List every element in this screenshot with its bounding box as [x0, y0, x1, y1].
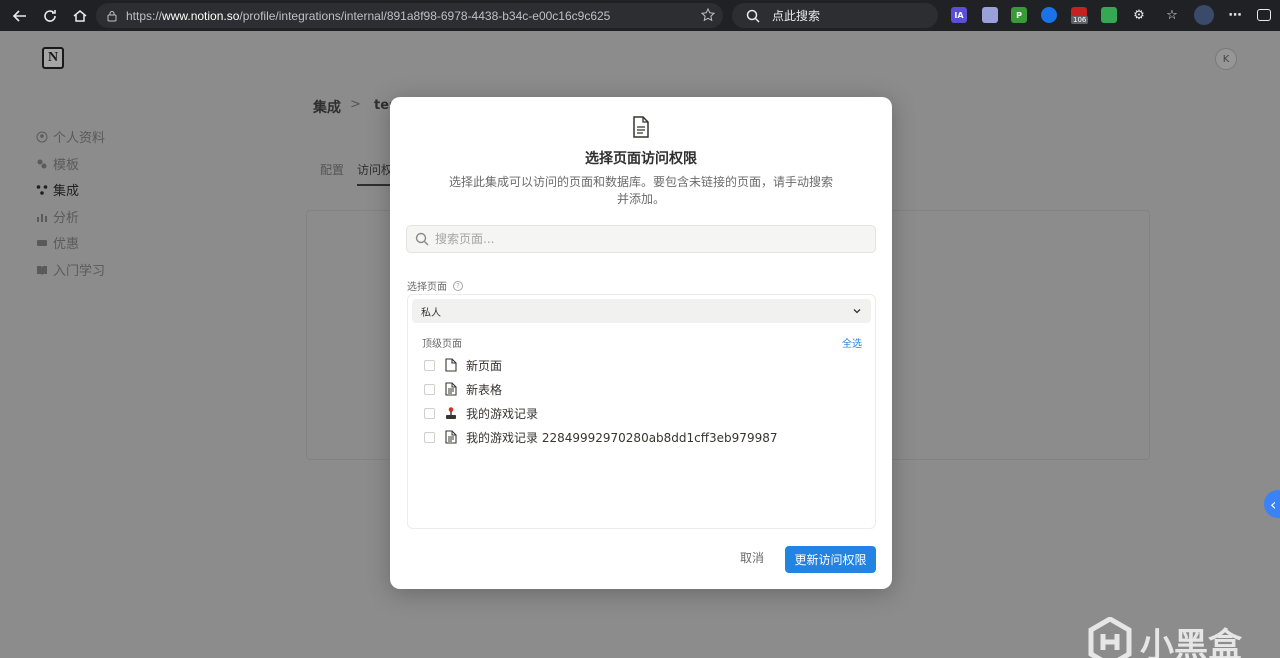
page-item[interactable]: 我的游戏记录 22849992970280ab8dd1cff3eb979987 — [424, 427, 778, 447]
favorites-icon[interactable]: ☆ — [1164, 7, 1180, 23]
notion-logo[interactable]: N — [42, 47, 64, 69]
document-icon — [633, 116, 649, 138]
book-icon — [36, 264, 48, 276]
document-lines-icon — [445, 430, 457, 444]
page-item[interactable]: 新表格 — [424, 379, 502, 399]
watermark-logo-icon — [1088, 617, 1132, 658]
sidebar-item-profile[interactable]: 个人资料 — [36, 127, 105, 146]
document-icon — [445, 358, 457, 372]
page-search-input[interactable] — [435, 232, 835, 246]
url-host: www.notion.so — [162, 8, 240, 23]
bookmark-star-icon[interactable] — [701, 8, 715, 22]
sidebar-item-analytics[interactable]: 分析 — [36, 207, 79, 226]
avatar[interactable]: K — [1215, 48, 1237, 70]
top-pages-label: 顶级页面 — [422, 339, 462, 350]
extensions-puzzle-icon[interactable]: ⚙ — [1131, 7, 1147, 23]
search-icon — [415, 232, 429, 246]
select-pages-label: 选择页面 ? — [407, 278, 463, 293]
page-checkbox[interactable] — [424, 359, 435, 371]
page-title: 新表格 — [466, 382, 503, 397]
page-checkbox[interactable] — [424, 383, 435, 395]
workspace-name: 私人 — [421, 307, 441, 319]
update-access-button[interactable]: 更新访问权限 — [785, 546, 876, 573]
modal-title: 选择页面访问权限 — [585, 151, 697, 167]
address-bar[interactable]: https://www.notion.so/profile/integratio… — [96, 3, 723, 28]
extension-ia-icon[interactable]: IA — [951, 7, 967, 23]
browser-search-placeholder: 点此搜索 — [772, 9, 821, 23]
user-circle-icon — [36, 131, 48, 143]
sidebar-item-label: 分析 — [53, 211, 80, 226]
home-icon[interactable] — [70, 6, 90, 26]
extension-list-icon[interactable] — [982, 7, 998, 23]
reload-icon[interactable] — [40, 6, 60, 26]
sidebar-toggle-icon[interactable] — [1257, 9, 1271, 21]
url-path: /profile/integrations/internal/891a8f98-… — [239, 8, 611, 23]
page-checkbox[interactable] — [424, 431, 435, 443]
sidebar-item-learn[interactable]: 入门学习 — [36, 260, 105, 279]
page-title: 新页面 — [466, 358, 503, 373]
extension-signal-icon[interactable] — [1041, 7, 1057, 23]
select-all-link[interactable]: 全选 — [842, 335, 862, 350]
tab-access[interactable]: 访问权 — [357, 161, 394, 186]
chevron-left-icon: ‹ — [1270, 494, 1277, 514]
sidebar-item-integrations[interactable]: 集成 — [36, 180, 79, 199]
sidebar-item-templates[interactable]: 模板 — [36, 154, 79, 173]
page-item[interactable]: 我的游戏记录 — [424, 403, 538, 423]
extension-badge-count: 106 — [1071, 16, 1089, 24]
browser-toolbar: https://www.notion.so/profile/integratio… — [0, 0, 1280, 31]
sidebar-item-label: 优惠 — [53, 237, 80, 252]
sidebar-item-label: 个人资料 — [53, 131, 106, 146]
help-icon[interactable]: ? — [453, 280, 463, 291]
chart-icon — [36, 211, 48, 223]
pages-panel: 私人 顶级页面 全选 新页面 新表格 我的游戏记录 我的游戏记录 2284999… — [407, 294, 876, 529]
page-title: 我的游戏记录 22849992970280ab8dd1cff3eb979987 — [466, 430, 778, 445]
page-item[interactable]: 新页面 — [424, 355, 502, 375]
watermark-text: 小黑盒 — [1140, 625, 1242, 658]
sidebar-item-label: 入门学习 — [53, 264, 106, 279]
watermark: 小黑盒 — [1088, 617, 1242, 658]
integration-icon — [36, 184, 48, 196]
ticket-icon — [36, 237, 48, 249]
modal-description: 选择此集成可以访问的页面和数据库。要包含未链接的页面，请手动搜索并添加。 — [448, 175, 833, 206]
template-icon — [36, 158, 48, 170]
chevron-down-icon — [853, 309, 861, 314]
page-search-box[interactable] — [406, 225, 876, 253]
search-icon — [746, 9, 760, 23]
joystick-icon — [446, 407, 456, 419]
extension-shield-icon[interactable] — [1101, 7, 1117, 23]
sidebar-item-label: 集成 — [53, 184, 80, 199]
breadcrumb-root[interactable]: 集成 — [313, 97, 341, 117]
extension-p-icon[interactable]: P — [1011, 7, 1027, 23]
profile-avatar-icon[interactable] — [1194, 5, 1214, 25]
cancel-button[interactable]: 取消 — [740, 549, 764, 566]
workspace-select[interactable]: 私人 — [412, 299, 871, 323]
back-icon[interactable] — [10, 6, 30, 26]
page-access-modal: 选择页面访问权限 选择此集成可以访问的页面和数据库。要包含未链接的页面，请手动搜… — [390, 97, 892, 589]
select-pages-text: 选择页面 — [407, 282, 447, 293]
menu-dots-icon[interactable]: ⋯ — [1227, 7, 1243, 23]
url-prefix: https:// — [126, 8, 163, 23]
collapse-panel-button[interactable]: ‹ — [1264, 490, 1280, 518]
page-checkbox[interactable] — [424, 407, 435, 419]
sidebar-item-offers[interactable]: 优惠 — [36, 233, 79, 252]
breadcrumb-separator: > — [350, 97, 361, 112]
tab-config[interactable]: 配置 — [320, 161, 344, 178]
document-lines-icon — [445, 382, 457, 396]
browser-search[interactable]: 点此搜索 — [732, 3, 938, 28]
site-info-icon[interactable] — [106, 10, 118, 22]
page-title: 我的游戏记录 — [466, 406, 539, 421]
sidebar-item-label: 模板 — [53, 158, 80, 173]
